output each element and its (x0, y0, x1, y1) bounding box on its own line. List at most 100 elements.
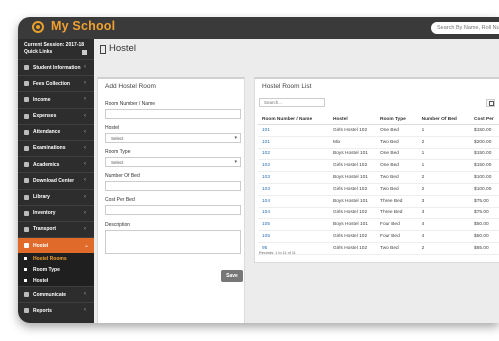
sidebar-item-examinations[interactable]: Examinations ‹ (18, 139, 94, 156)
table-header-row: Room Number / Name Hostel Room Type Numb… (258, 114, 499, 125)
sidebar-item-reports[interactable]: Reports ‹ (18, 302, 94, 318)
chevron-left-icon: ‹ (84, 96, 86, 103)
app-window: My School Current Session: 2017-18 Quick… (18, 17, 499, 323)
object-group-icon (24, 210, 29, 216)
room-number-cell[interactable]: 105 (258, 218, 329, 232)
room-type-select[interactable]: Select ▾ (105, 157, 241, 167)
room-type-cell: One Bed (376, 148, 418, 161)
col-cost-per-bed[interactable]: Cost Per (470, 114, 499, 125)
chevron-left-icon: ‹ (84, 291, 86, 298)
bed-count-cell: 2 (417, 242, 471, 255)
bed-count-cell: 4 (417, 218, 471, 232)
table-row[interactable]: 102 Boys Hostel 101 One Bed 1 $150.00 (258, 148, 499, 161)
sidebar-subitem-hostel-rooms[interactable]: Hostel Rooms (18, 253, 94, 265)
current-session: Current Session: 2017-18 (24, 42, 85, 48)
cost-label: Cost Per Bed (105, 197, 135, 203)
sidebar-item-fees-collection[interactable]: Fees Collection ‹ (18, 75, 94, 91)
sidebar-subitem-room-type[interactable]: Room Type (18, 264, 94, 276)
room-number-cell[interactable]: 104 (258, 207, 329, 220)
room-type-cell: Three Bed (376, 195, 418, 208)
hostel-room-table: Room Number / Name Hostel Room Type Numb… (258, 114, 499, 255)
col-hostel[interactable]: Hostel (329, 114, 377, 125)
sidebar-item-attendance[interactable]: Attendance ‹ (18, 123, 94, 140)
hostel-select-value: Select (111, 135, 124, 141)
grid-icon[interactable] (82, 50, 87, 55)
sidebar-item-income[interactable]: Income ‹ (18, 91, 94, 107)
bed-count-cell: 2 (417, 136, 471, 149)
bullet-icon (24, 257, 27, 261)
room-type-cell: Four Bed (376, 230, 418, 243)
sidebar-item-expenses[interactable]: Expenses ‹ (18, 107, 94, 124)
list-search-input[interactable]: Search... (259, 98, 325, 107)
table-row[interactable]: 105 Girls Hostel 102 Four Bed 4 $50.00 (258, 230, 499, 243)
hostel-cell: Girls Hostel 102 (329, 159, 377, 173)
col-number-of-bed[interactable]: Number Of Bed (417, 114, 471, 125)
table-row[interactable]: 101 Mix Two Bed 2 $200.00 (258, 136, 499, 149)
chevron-left-icon: ‹ (84, 80, 86, 87)
quick-links[interactable]: Quick Links (24, 49, 52, 55)
bed-count-cell: 1 (417, 148, 471, 161)
sidebar-item-communicate[interactable]: Communicate ‹ (18, 286, 94, 302)
top-bar: My School (18, 17, 499, 39)
room-number-cell[interactable]: 102 (258, 159, 329, 173)
chevron-left-icon: ‹ (84, 144, 86, 151)
room-number-cell[interactable]: 101 (258, 136, 329, 149)
sidebar-item-inventory[interactable]: Inventory ‹ (18, 204, 94, 221)
room-number-cell[interactable]: 102 (258, 148, 329, 161)
room-number-cell[interactable]: 101 (258, 124, 329, 137)
chevron-down-icon: ⌄ (84, 243, 90, 250)
bed-count-cell: 4 (417, 230, 471, 243)
room-number-input[interactable] (105, 109, 241, 119)
chevron-left-icon: ‹ (84, 225, 86, 232)
col-room-number[interactable]: Room Number / Name (258, 114, 329, 125)
sidebar-item-academics[interactable]: Academics ‹ (18, 156, 94, 172)
sidebar-item-library[interactable]: Library ‹ (18, 188, 94, 205)
sidebar: Current Session: 2017-18 Quick Links Stu… (18, 39, 94, 323)
mortarboard-icon (24, 162, 29, 168)
table-row[interactable]: 103 Girls Hostel 102 Two Bed 2 $100.00 (258, 183, 499, 196)
book-icon (24, 194, 29, 200)
sidebar-item-download-center[interactable]: Download Center ‹ (18, 172, 94, 188)
beds-input[interactable] (105, 181, 241, 191)
table-row[interactable]: 103 Boys Hostel 101 Two Bed 2 $100.00 (258, 171, 499, 184)
room-number-cell[interactable]: 105 (258, 230, 329, 243)
room-number-cell[interactable]: 103 (258, 183, 329, 196)
cost-cell: $50.00 (470, 230, 499, 243)
room-number-label: Room Number / Name (105, 101, 156, 107)
room-number-cell[interactable]: 103 (258, 171, 329, 184)
sidebar-item-student-information[interactable]: Student Information ‹ (18, 59, 94, 75)
sidebar-menu: Student Information ‹ Fees Collection ‹ In… (18, 59, 94, 319)
cost-input[interactable] (105, 205, 241, 215)
cost-cell: $65.00 (470, 242, 499, 255)
col-room-type[interactable]: Room Type (376, 114, 418, 125)
table-row[interactable]: 105 Boys Hostel 101 Four Bed 4 $50.00 (258, 218, 499, 232)
sidebar-item-transport[interactable]: Transport ‹ (18, 220, 94, 237)
table-row[interactable]: 104 Girls Hostel 102 Three Bed 3 $75.00 (258, 207, 499, 220)
list-title: Hostel Room List (262, 83, 312, 90)
building-icon (24, 243, 29, 249)
download-icon (24, 178, 29, 184)
sidebar-subitem-hostel[interactable]: Hostel (18, 275, 94, 287)
save-button[interactable]: Save (221, 270, 243, 282)
chevron-left-icon: ‹ (84, 112, 86, 119)
cost-cell: $150.00 (470, 159, 499, 173)
hostel-select[interactable]: Select ▾ (105, 133, 241, 143)
table-row[interactable]: 104 Boys Hostel 101 Three Bed 3 $75.00 (258, 195, 499, 208)
copy-icon[interactable] (486, 99, 495, 107)
hostel-room-list-panel: Hostel Room List Search... Room Number /… (254, 77, 499, 263)
description-textarea[interactable] (105, 230, 241, 254)
app-title[interactable]: My School (51, 19, 115, 33)
school-logo-icon (32, 21, 44, 33)
hostel-cell: Girls Hostel 102 (329, 242, 377, 255)
room-type-cell: One Bed (376, 159, 418, 173)
hostel-cell: Girls Hostel 102 (329, 183, 377, 196)
cost-cell: $150.00 (470, 148, 499, 161)
table-row[interactable]: 102 Girls Hostel 102 One Bed 1 $150.00 (258, 159, 499, 173)
sidebar-item-hostel[interactable]: Hostel ⌄ (18, 237, 94, 254)
table-row[interactable]: 101 Girls Hostel 102 One Bed 1 $150.00 (258, 124, 499, 137)
room-type-cell: Two Bed (376, 242, 418, 255)
global-search-input[interactable] (431, 22, 499, 34)
bed-count-cell: 3 (417, 207, 471, 220)
page-title: Hostel (109, 43, 136, 54)
room-number-cell[interactable]: 104 (258, 195, 329, 208)
